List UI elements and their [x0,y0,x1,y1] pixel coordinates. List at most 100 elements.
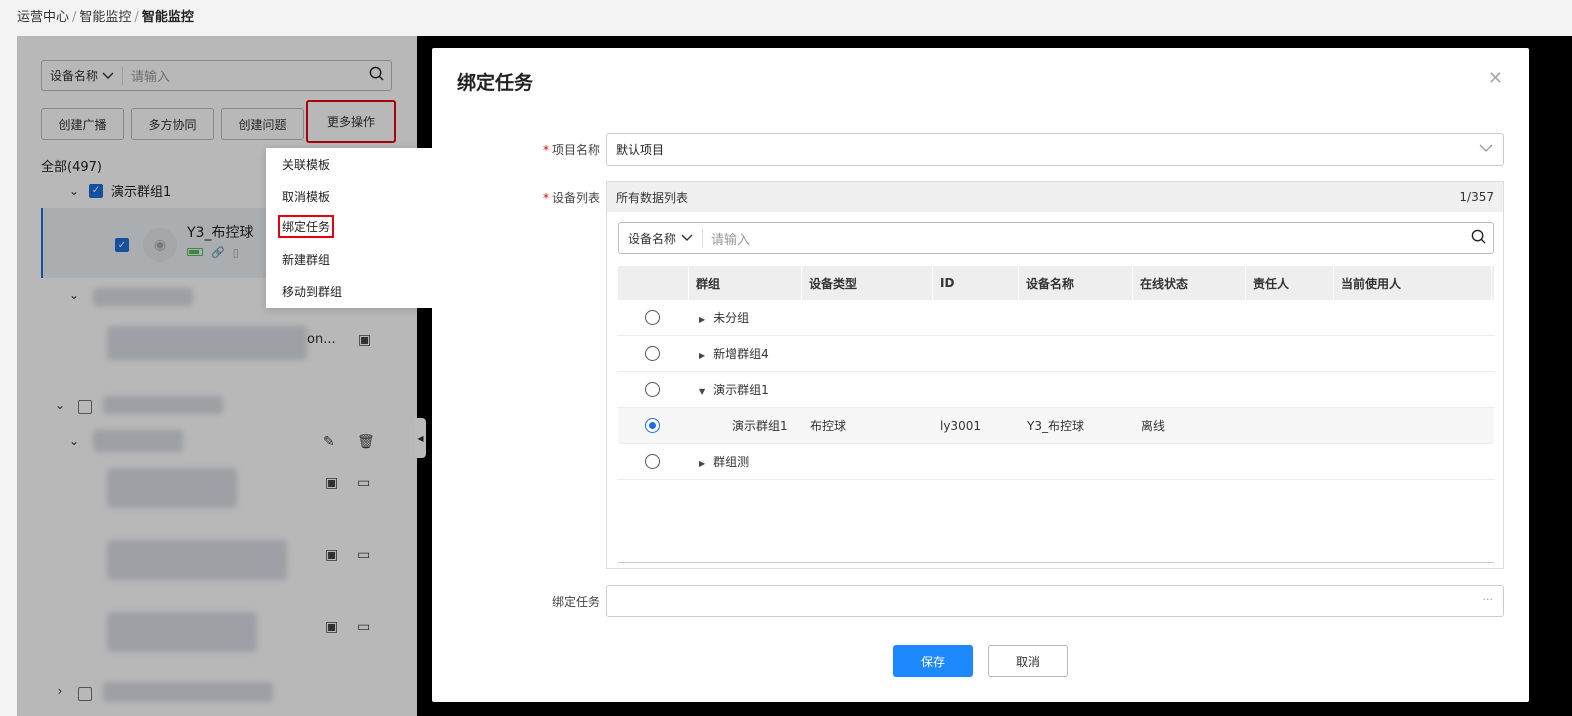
menu-item-new-group[interactable]: 新建群组 [282,251,330,268]
row-radio[interactable] [645,454,660,469]
playback-icon[interactable]: ▣ [358,332,371,348]
group-checkbox[interactable] [78,687,92,701]
device-search[interactable]: 设备名称 请输入 [41,60,392,91]
collapse-handle[interactable]: ◀ [415,418,426,458]
group-checkbox[interactable] [78,400,92,414]
search-type-select[interactable]: 设备名称 [619,229,704,247]
breadcrumb-item[interactable]: 智能监控 [79,10,131,25]
trash-icon[interactable]: 🗑 [357,434,375,450]
document-icon[interactable]: ▯ [233,246,239,259]
column-header: 设备类型 [802,266,933,300]
row-radio[interactable] [645,346,660,361]
blurred-group [93,430,183,452]
device-list-label: * 设备列表 [542,191,600,205]
breadcrumb: 运营中心 / 智能监控 / 智能监控 [17,10,194,25]
search-icon[interactable] [361,66,391,85]
battery-icon [187,248,203,256]
row-radio[interactable] [645,382,660,397]
close-icon[interactable]: ✕ [1488,68,1503,89]
chevron-down-icon [102,72,114,79]
cancel-button[interactable]: 取消 [988,645,1068,677]
save-button[interactable]: 保存 [893,645,973,677]
project-select[interactable]: 默认项目 [606,133,1504,166]
playback-icon[interactable]: ▣ [325,619,338,635]
row-radio[interactable] [645,310,660,325]
device-tree-panel: 设备名称 请输入 创建广播 多方协同 创建问题 更多操作 全部(497) ⌄ ✓… [17,36,417,716]
search-icon[interactable] [1463,229,1493,248]
device-checkbox-wrap: ✓ [115,238,129,252]
menu-item-bind-task[interactable]: 绑定任务 [278,215,335,238]
chevron-down-icon [1479,142,1493,156]
chevron-down-icon[interactable]: ⌄ [67,184,81,198]
device-table: 群组 设备类型 ID 设备名称 在线状态 责任人 当前使用人 ▶ 未分组 ▶ 新增群… [618,266,1494,480]
task-input[interactable]: ··· [606,585,1504,617]
cell-device-name: Y3_布控球 [1027,419,1084,433]
chevron-right-icon[interactable]: › [53,684,67,698]
project-label: * 项目名称 [542,143,600,157]
table-row[interactable]: ▶ 新增群组4 [618,336,1494,372]
device-name: Y3_布控球 [187,225,254,241]
search-type-select[interactable]: 设备名称 [42,66,124,85]
group-checkbox[interactable]: ✓ [89,183,103,198]
table-row[interactable]: ▶ 群组测 [618,444,1494,480]
playback-icon[interactable]: ▣ [325,475,338,491]
task-label: 绑定任务 [551,595,600,609]
camera-icon: ◉ [143,228,177,262]
caret-right-icon[interactable]: ▶ [699,351,705,360]
blurred-device [107,540,287,580]
playback-icon[interactable]: ▣ [325,547,338,563]
menu-item-move-to-group[interactable]: 移动到群组 [282,283,342,300]
device-list-header: 所有数据列表 1/357 [607,182,1503,212]
blurred-device [107,612,257,652]
more-icon[interactable]: ··· [1483,593,1494,606]
column-header: 在线状态 [1133,266,1246,300]
table-scrollbar[interactable] [618,562,1494,563]
caret-right-icon[interactable]: ▶ [699,315,705,324]
column-header: 设备名称 [1019,266,1133,300]
table-header: 群组 设备类型 ID 设备名称 在线状态 责任人 当前使用人 [618,266,1494,300]
search-input[interactable]: 请输入 [703,229,1463,248]
video-icon[interactable]: ▭ [357,619,370,635]
create-issue-button[interactable]: 创建问题 [221,108,304,140]
cell-group: 演示群组1 [732,419,788,433]
column-header: 群组 [689,266,802,300]
caret-down-icon[interactable]: ▼ [699,387,705,396]
breadcrumb-current: 智能监控 [141,10,194,25]
breadcrumb-item[interactable]: 运营中心 [17,10,69,25]
video-icon[interactable]: ▭ [357,547,370,563]
device-list-title: 所有数据列表 [616,190,689,205]
search-input[interactable]: 请输入 [123,66,361,85]
blurred-group [103,396,223,414]
cell-type: 布控球 [810,419,847,433]
truncated-label: on... [307,332,336,347]
blurred-group [103,682,273,702]
table-row[interactable]: ▼ 演示群组1 [618,372,1494,408]
cell-status: 离线 [1141,419,1166,433]
tree-group-row[interactable]: ⌄ ✓ 演示群组1 [67,181,171,200]
column-header: ID [933,266,1019,300]
column-header: 责任人 [1246,266,1334,300]
table-row[interactable]: 演示群组1 布控球 ly3001 Y3_布控球 离线 [618,408,1494,444]
dialog-title: 绑定任务 [457,72,534,94]
video-icon[interactable]: ▭ [357,475,370,491]
column-header: 当前使用人 [1334,266,1492,300]
menu-item-link-template[interactable]: 关联模板 [282,156,330,173]
more-actions-menu: 关联模板 取消模板 绑定任务 新建群组 移动到群组 [266,148,432,308]
create-broadcast-button[interactable]: 创建广播 [41,108,124,140]
row-radio[interactable] [645,418,660,433]
caret-right-icon[interactable]: ▶ [699,459,705,468]
device-checkbox[interactable]: ✓ [115,238,129,252]
more-actions-button[interactable]: 更多操作 [306,100,396,143]
blurred-device [107,468,237,508]
edit-icon[interactable]: ✎ [323,434,335,450]
chevron-down-icon[interactable]: ⌄ [67,288,81,302]
multi-collab-button[interactable]: 多方协同 [131,108,214,140]
table-row[interactable]: ▶ 未分组 [618,300,1494,336]
device-list-search[interactable]: 设备名称 请输入 [618,222,1494,254]
device-status-icons: 🔗 ▯ [187,246,239,259]
link-icon[interactable]: 🔗 [211,246,225,259]
menu-item-cancel-template[interactable]: 取消模板 [282,188,330,205]
chevron-down-icon[interactable]: ⌄ [53,398,67,412]
chevron-down-icon[interactable]: ⌄ [67,434,81,448]
page-count: 1/357 [1459,190,1494,204]
